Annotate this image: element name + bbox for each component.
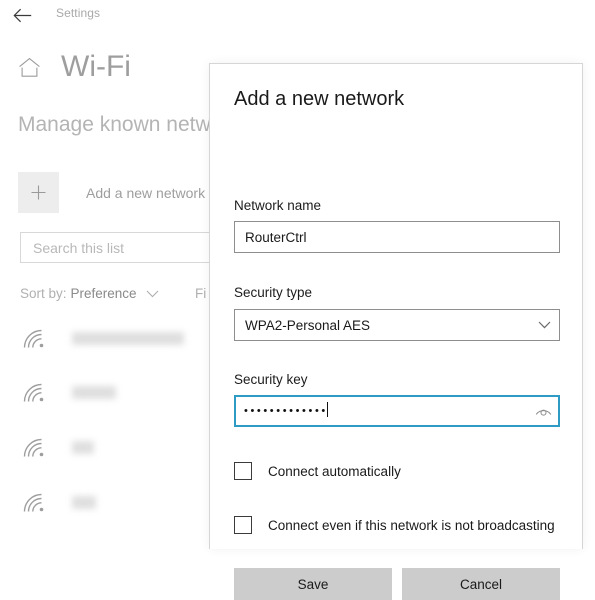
security-key-field[interactable]: ••••••••••••• (234, 395, 560, 427)
security-key-input[interactable]: ••••••••••••• (236, 397, 528, 425)
sort-by-label: Sort by: (20, 286, 67, 301)
list-item[interactable] (22, 328, 184, 349)
chevron-down-icon (146, 290, 158, 297)
plus-icon (18, 172, 59, 213)
list-item-label (72, 386, 116, 399)
home-icon (19, 57, 40, 77)
connect-even-if-hidden-label: Connect even if this network is not broa… (268, 517, 555, 533)
list-item-label (72, 441, 94, 454)
connect-even-if-hidden-checkbox[interactable]: Connect even if this network is not broa… (234, 516, 555, 534)
chevron-down-icon (529, 321, 559, 329)
dialog-button-bar: Save Cancel (234, 568, 560, 600)
add-new-network-button[interactable]: Add a new network (18, 172, 205, 213)
security-key-masked-text: ••••••••••••• (244, 405, 328, 417)
checkbox-box[interactable] (234, 462, 252, 480)
add-network-dialog: Add a new network Network name Security … (209, 63, 583, 600)
sort-by-dropdown[interactable]: Sort by: Preference (20, 286, 159, 301)
wifi-icon (23, 438, 44, 457)
network-name-input[interactable] (234, 221, 560, 253)
eye-glyph (535, 409, 551, 416)
sort-by-value: Preference (70, 286, 137, 301)
wifi-icon (23, 329, 44, 348)
security-type-select[interactable]: WPA2-Personal AES (234, 309, 560, 341)
text-caret (326, 402, 328, 417)
back-button[interactable] (8, 2, 36, 28)
dialog-title: Add a new network (234, 88, 405, 110)
checkbox-box[interactable] (234, 516, 252, 534)
list-item[interactable] (22, 437, 94, 458)
eye-icon[interactable] (528, 405, 558, 417)
security-type-value: WPA2-Personal AES (245, 317, 371, 333)
app-title: Settings (56, 6, 101, 20)
filter-by-label: Fi (195, 286, 207, 301)
title-bar: Settings (0, 0, 595, 30)
page-header: Wi-Fi (18, 50, 131, 84)
save-button[interactable]: Save (234, 568, 392, 600)
list-item-label (72, 332, 184, 345)
list-item[interactable] (22, 382, 116, 403)
chevron-down-glyph (538, 321, 550, 329)
wifi-icon (23, 493, 44, 512)
security-key-label: Security key (234, 372, 308, 387)
add-new-network-label: Add a new network (86, 184, 206, 201)
connect-automatically-label: Connect automatically (268, 463, 401, 479)
back-arrow-icon (12, 8, 31, 22)
list-item[interactable] (22, 492, 96, 513)
plus-glyph (31, 185, 46, 200)
wifi-icon (23, 383, 44, 402)
network-name-label: Network name (234, 198, 322, 213)
connect-automatically-checkbox[interactable]: Connect automatically (234, 462, 401, 480)
cancel-button[interactable]: Cancel (402, 568, 560, 600)
list-item-label (72, 496, 96, 509)
page-title: Wi-Fi (61, 50, 131, 83)
security-type-label: Security type (234, 285, 313, 300)
